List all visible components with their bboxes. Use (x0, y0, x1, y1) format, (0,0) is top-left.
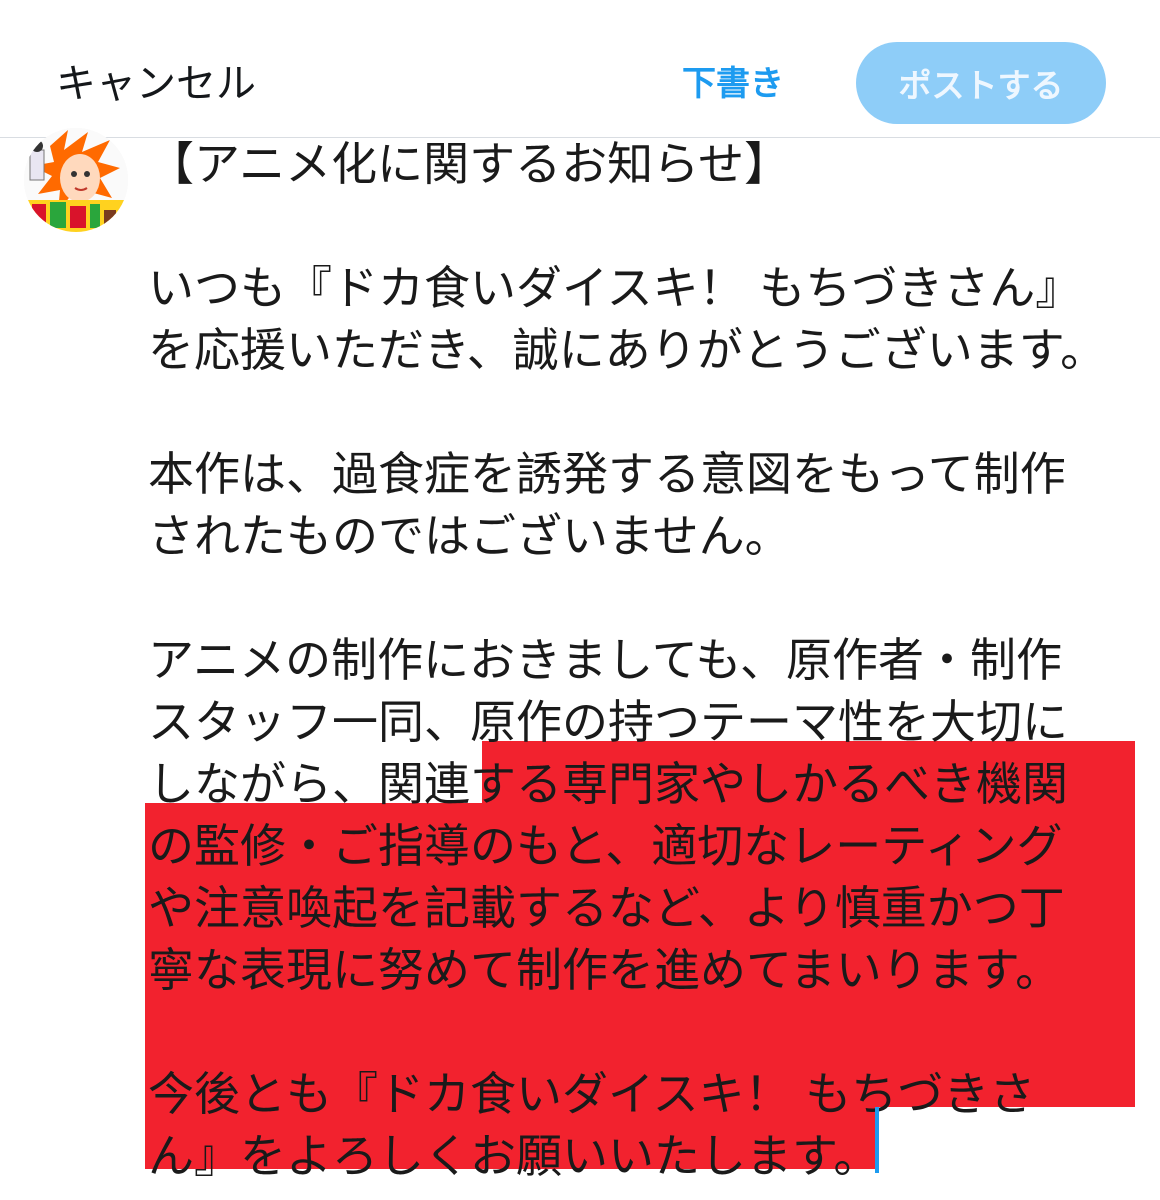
text-line: を応援いただき、誠にありがとうございます。 (148, 323, 1107, 377)
text-line: ん』をよろしくお願いいたします。 (148, 1129, 880, 1183)
compose-header: キャンセル 下書き ポストする (0, 0, 1160, 138)
text-line: の監修・ご指導のもと、適切なレーティング (148, 819, 1063, 873)
tweet-text-area[interactable]: 【アニメ化に関するお知らせ】 いつも『ドカ食いダイスキ！ もちづきさん』 を応援… (148, 133, 1148, 1187)
avatar-illustration-icon (24, 128, 128, 232)
text-line: スタッフ一同、原作の持つテーマ性を大切に (148, 695, 1068, 749)
text-line: しながら、関連する専門家やしかるべき機関 (148, 757, 1068, 811)
cancel-button[interactable]: キャンセル (56, 58, 256, 110)
text-line: 寧な表現に努めて制作を進めてまいります。 (148, 943, 1062, 997)
avatar[interactable] (24, 128, 128, 232)
text-line: されたものではございません。 (148, 509, 791, 563)
text-cursor (875, 1107, 879, 1173)
text-line: 【アニメ化に関するお知らせ】 (148, 137, 791, 191)
text-line: アニメの制作におきましても、原作者・制作 (148, 633, 1063, 687)
text-line: いつも『ドカ食いダイスキ！ もちづきさん』 (148, 261, 1082, 315)
post-button[interactable]: ポストする (856, 42, 1106, 124)
text-line: 今後とも『ドカ食いダイスキ！ もちづきさ (148, 1067, 1036, 1121)
drafts-button[interactable]: 下書き (682, 62, 784, 106)
text-line: 本作は、過食症を誘発する意図をもって制作 (148, 447, 1066, 501)
text-line: や注意喚起を記載するなど、より慎重かつ丁 (148, 881, 1065, 935)
